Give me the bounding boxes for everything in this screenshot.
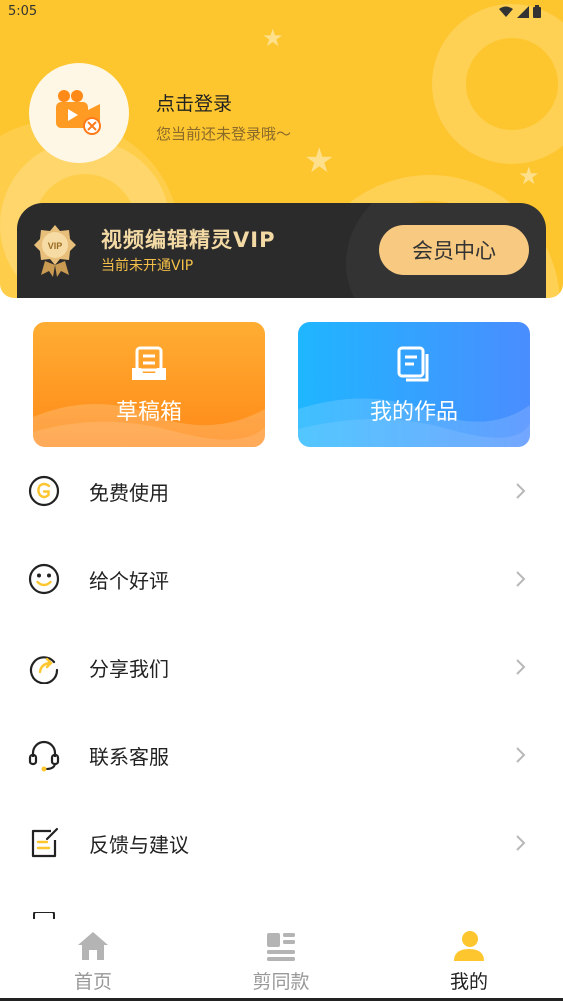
vip-badge-text: VIP [48,241,63,251]
headset-icon [28,740,60,772]
tab-label: 首页 [73,971,112,993]
chevron-right-icon [516,571,526,587]
star-decoration: ★ [262,24,284,52]
member-center-button[interactable]: 会员中心 [379,225,529,275]
tab-home[interactable]: 首页 [33,919,153,1001]
menu-label: 给个好评 [89,568,169,593]
login-subtitle: 您当前还未登录哦～ [156,125,292,143]
free-use-icon [28,475,60,507]
feedback-icon [31,827,59,858]
vip-title: 视频编辑精灵VIP [101,228,276,252]
wifi-icon [499,6,513,17]
menu-label: 免费使用 [89,480,169,505]
tab-templates[interactable]: 剪同款 [221,919,341,1001]
video-camera-icon [56,90,101,135]
login-title[interactable]: 点击登录 [156,89,232,116]
my-works-icon [397,346,429,382]
vip-badge-icon: VIP [34,225,76,277]
signal-icon [517,5,529,18]
drafts-icon [132,346,166,380]
menu-item-free-use[interactable]: 免费使用 [0,447,563,535]
menu-item-customer-service[interactable]: 联系客服 [0,711,563,799]
menu-label: 反馈与建议 [89,832,189,857]
menu-label: 分享我们 [89,656,169,681]
home-icon [78,932,108,960]
user-icon [454,931,484,961]
smile-icon [28,563,60,595]
chevron-right-icon [516,835,526,851]
my-works-tile[interactable]: 我的作品 [298,322,530,447]
star-decoration: ★ [304,141,335,181]
bottom-tab-bar: 首页 剪同款 我的 [0,919,563,1001]
battery-icon [533,5,541,18]
chevron-right-icon [516,483,526,499]
vip-subtitle: 当前未开通VIP [101,258,194,274]
share-icon [29,656,59,684]
settings-menu: 免费使用 给个好评 分享我们 联系客服 反馈与建议 [0,447,563,887]
status-icons [499,5,541,18]
menu-item-rate-us[interactable]: 给个好评 [0,535,563,623]
tab-label: 剪同款 [252,971,310,993]
status-bar: 5:05 [0,0,563,24]
status-time: 5:05 [8,4,38,19]
header-decoration [432,4,563,164]
tab-mine[interactable]: 我的 [409,919,529,1001]
chevron-right-icon [516,747,526,763]
menu-item-feedback[interactable]: 反馈与建议 [0,799,563,887]
profile-header: ★ ★ ★ 点击登录 您当前还未登录哦～ VIP 视频编辑精灵VIP 当前未开通… [0,0,563,298]
vip-card: VIP 视频编辑精灵VIP 当前未开通VIP 会员中心 [17,203,546,298]
star-decoration: ★ [518,162,540,190]
chevron-right-icon [516,659,526,675]
menu-label: 联系客服 [89,744,169,769]
avatar[interactable] [29,63,129,163]
tab-label: 我的 [449,971,488,993]
template-icon [267,933,295,961]
drafts-label: 草稿箱 [115,400,182,425]
drafts-tile[interactable]: 草稿箱 [33,322,265,447]
menu-item-share[interactable]: 分享我们 [0,623,563,711]
my-works-label: 我的作品 [369,400,458,425]
